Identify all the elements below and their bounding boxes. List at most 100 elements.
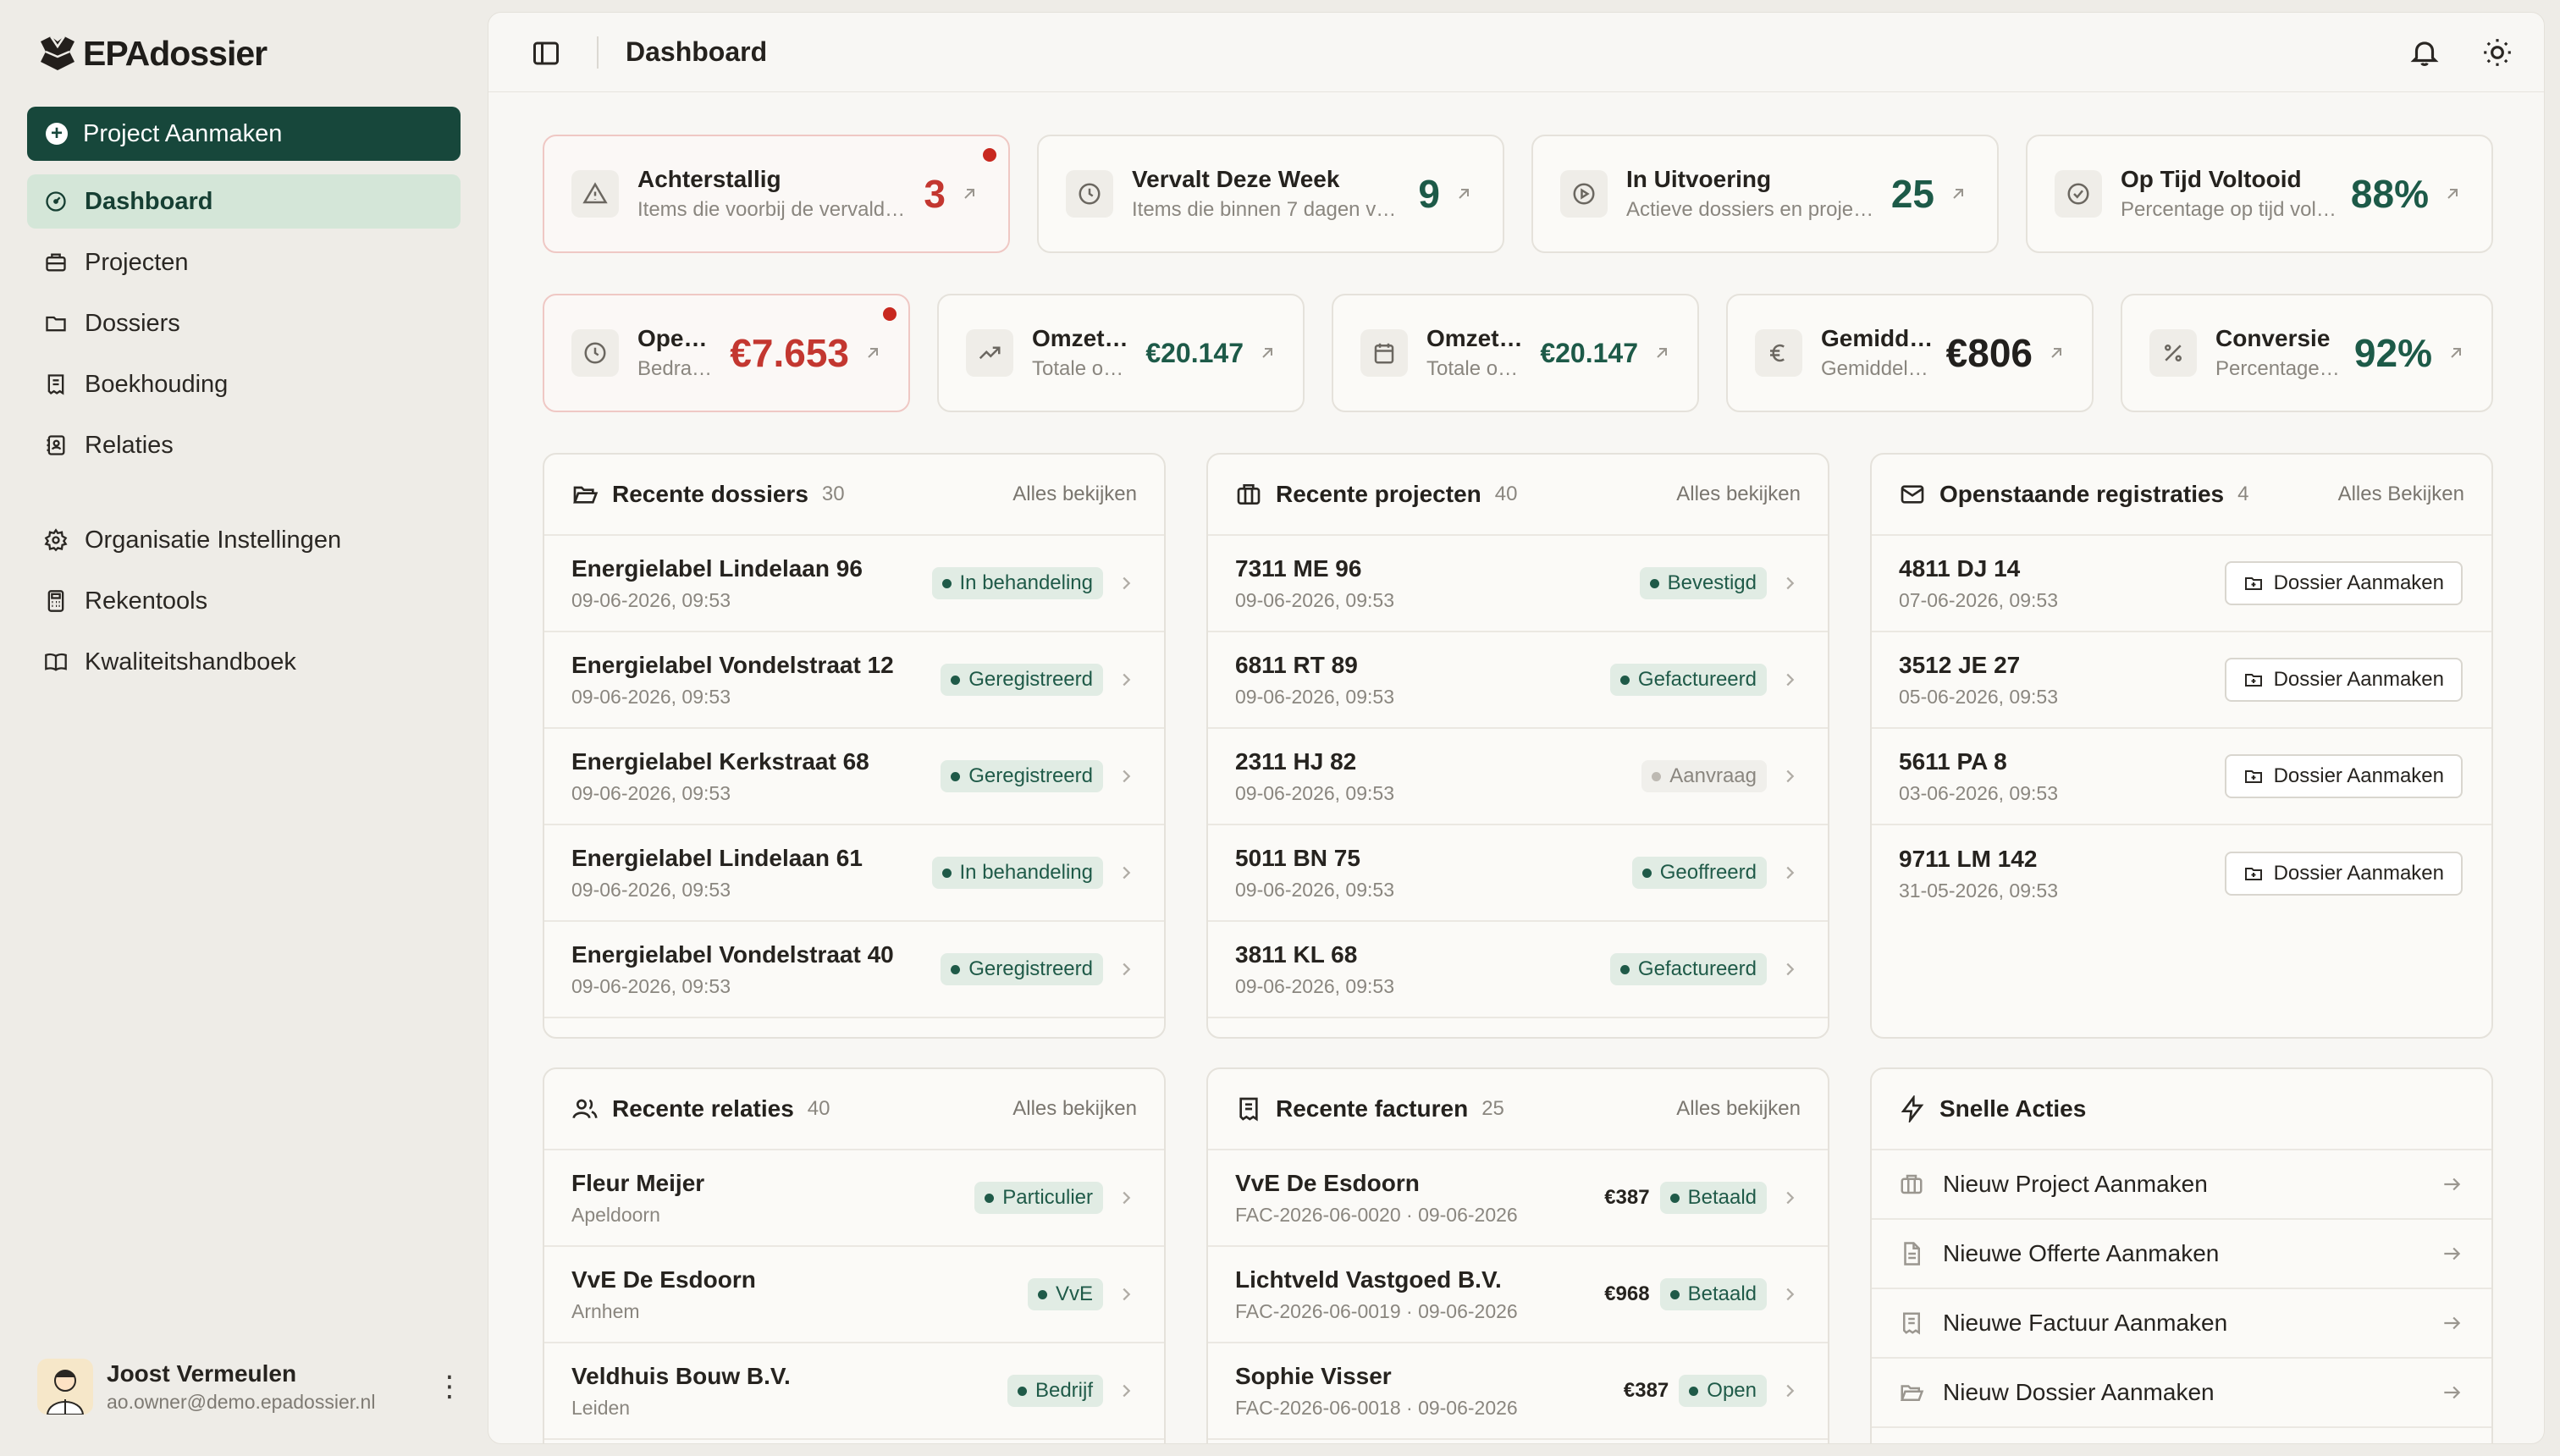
stat-card-omzet-jaar[interactable]: Omzet dit jaar Totale omzet €20.147 [1332,294,1699,412]
invoice-amount: €387 [1623,1379,1669,1402]
list-item[interactable]: Lichtveld Vastgoed B.V. FAC-2026-06-0019 … [1208,1247,1828,1343]
item-title: 3512 JE 27 [1899,651,2021,678]
item-title: Sophie Visser [1235,1362,1392,1389]
list-item[interactable]: Energielabel Kerkstraat 68 09-06-2026, 09… [544,729,1164,825]
status-badge: Gefactureerd [1609,664,1767,696]
sun-icon[interactable] [2481,36,2513,69]
list-item[interactable]: Energielabel Vondelstraat 40 09-06-2026, … [544,922,1164,1018]
bell-icon[interactable] [2408,36,2441,69]
list-item[interactable]: VvE De Esdoorn FAC-2026-06-0020 · 09-06-2… [1208,1150,1828,1247]
sidebar-toggle-icon[interactable] [531,38,561,69]
stat-card-gemiddelde[interactable]: Gemiddelde Gemiddelde factuur €806 [1726,294,2094,412]
sidebar-item-dossiers[interactable]: Dossiers [27,296,461,350]
list-item[interactable]: Fleur Meijer Apeldoorn Particulier [544,1150,1164,1247]
create-project-button[interactable]: + Project Aanmaken [27,107,461,161]
view-all-link[interactable]: Alles bekijken [1012,483,1137,506]
euro-icon [1755,329,1802,377]
chevron-right-icon [1786,769,1795,783]
chevron-right-icon [1123,1191,1131,1205]
list-item[interactable]: 6811 RT 89 09-06-2026, 09:53 Gefactureerd [1208,632,1828,729]
arrow-right-icon [2444,1247,2461,1260]
stat-card-openstaand[interactable]: Openstaand Bedrag openstaand €7.653 [543,294,910,412]
panel-title: Recente facturen [1276,1095,1469,1122]
view-all-link[interactable]: Alles bekijken [1676,483,1801,506]
panel-title: Recente dossiers [612,481,808,507]
panel-title: Openstaande registraties [1939,481,2225,507]
quick-action-new-dossier[interactable]: Nieuw Dossier Aanmaken [1872,1359,2491,1428]
stat-subtitle: Percentage op tijd voltooid [2121,198,2339,221]
app-logo[interactable]: EPAdossier [37,32,268,74]
item-title: 3811 KL 68 [1235,940,1358,968]
list-item[interactable]: Energielabel Lindelaan 61 09-06-2026, 09:… [544,825,1164,922]
calculator-icon [44,589,68,613]
sidebar-item-rekentools[interactable]: Rekentools [27,574,461,628]
item-date: 03-06-2026, 09:53 [1899,781,2058,804]
view-all-link[interactable]: Alles Bekijken [2338,483,2464,506]
arrow-up-right-icon [1262,348,1272,358]
list-item[interactable]: 7311 ME 96 09-06-2026, 09:53 Bevestigd [1208,536,1828,632]
list-item[interactable]: 5011 BN 75 09-06-2026, 09:53 Geoffreerd [1208,825,1828,922]
sidebar-item-kwaliteitshandboek[interactable]: Kwaliteitshandboek [27,635,461,689]
create-dossier-button[interactable]: Dossier Aanmaken [2224,852,2463,896]
users-icon [572,1099,598,1119]
create-dossier-button[interactable]: Dossier Aanmaken [2224,561,2463,605]
stat-title: Achterstallig [637,166,781,192]
chevron-right-icon [1786,1288,1795,1301]
quick-action-new-invoice[interactable]: Nieuwe Factuur Aanmaken [1872,1289,2491,1359]
stat-card-vervalt-deze-week[interactable]: Vervalt Deze Week Items die binnen 7 dag… [1037,135,1504,253]
stat-card-in-uitvoering[interactable]: In Uitvoering Actieve dossiers en projec… [1531,135,1999,253]
list-item[interactable]: 2311 HJ 82 09-06-2026, 09:53 Aanvraag [1208,729,1828,825]
stat-subtitle: Actieve dossiers en projecten [1626,198,1879,221]
panel-count: 30 [821,483,845,505]
item-date: 09-06-2026, 09:53 [571,685,731,708]
stat-card-achterstallig[interactable]: Achterstallig Items die voorbij de verva… [543,135,1010,253]
quick-action-new-quote[interactable]: Nieuwe Offerte Aanmaken [1872,1220,2491,1289]
chevron-right-icon [1123,962,1131,976]
list-item[interactable]: VvE De Esdoorn Arnhem VvE [544,1247,1164,1343]
sidebar-item-dashboard[interactable]: Dashboard [27,174,461,229]
stat-title: Omzet dit jaar [1426,325,1528,351]
sidebar: EPAdossier + Project Aanmaken Dashboard … [0,0,481,1456]
status-badge: Geregistreerd [941,760,1103,792]
stat-title: Op Tijd Voltooid [2121,166,2302,192]
panel-recent-relations: Recente relaties 40 Alles bekijken Fleur… [543,1067,1166,1443]
quick-action-new-project[interactable]: Nieuw Project Aanmaken [1872,1150,2491,1220]
dashboard-icon [44,190,68,213]
trending-up-icon [966,329,1013,377]
item-title: Energielabel Vondelstraat 40 [571,940,894,968]
stat-subtitle: Bedrag openstaand [637,357,718,380]
list-item[interactable]: Veldhuis Bouw B.V. Leiden Bedrijf [544,1343,1164,1440]
view-all-link[interactable]: Alles bekijken [1676,1097,1801,1121]
list-item[interactable]: Energielabel Lindelaan 96 09-06-2026, 09:… [544,536,1164,632]
more-vertical-icon[interactable]: ⋮ [435,1372,464,1401]
item-date: 05-06-2026, 09:53 [1899,685,2058,708]
user-profile[interactable]: Joost Vermeulen ao.owner@demo.epadossier… [37,1354,464,1419]
status-badge: Geregistreerd [941,664,1103,696]
list-item[interactable]: Energielabel Vondelstraat 12 09-06-2026, … [544,632,1164,729]
chevron-right-icon [1786,673,1795,687]
panel-recent-projects: Recente projecten 40 Alles bekijken 7311… [1206,453,1829,1039]
invoice-number: FAC-2026-06-0019 · 09-06-2026 [1235,1299,1518,1322]
create-dossier-button[interactable]: Dossier Aanmaken [2224,754,2463,798]
divider [597,36,599,69]
sidebar-item-boekhouding[interactable]: Boekhouding [27,357,461,411]
panel-open-registrations: Openstaande registraties 4 Alles Bekijke… [1870,453,2493,1039]
stat-value: 88% [2350,172,2429,216]
arrow-right-icon [2444,1386,2461,1399]
view-all-link[interactable]: Alles bekijken [1012,1097,1137,1121]
item-date: 09-06-2026, 09:53 [571,781,731,804]
sidebar-item-relaties[interactable]: Relaties [27,418,461,472]
list-item[interactable]: Sophie Visser FAC-2026-06-0018 · 09-06-20… [1208,1343,1828,1440]
list-item[interactable]: 3811 KL 68 09-06-2026, 09:53 Gefactureerd [1208,922,1828,1018]
panel-count: 25 [1481,1097,1504,1120]
sidebar-item-projecten[interactable]: Projecten [27,235,461,290]
create-dossier-button[interactable]: Dossier Aanmaken [2224,658,2463,702]
stat-card-op-tijd-voltooid[interactable]: Op Tijd Voltooid Percentage op tijd volt… [2026,135,2493,253]
arrow-up-right-icon [2451,348,2461,358]
sidebar-item-organisatie-instellingen[interactable]: Organisatie Instellingen [27,513,461,567]
status-badge: Gefactureerd [1609,953,1767,985]
item-title: Energielabel Vondelstraat 12 [571,651,894,678]
stat-card-omzet-maand[interactable]: Omzet deze maand Totale omzet €20.147 [937,294,1305,412]
stat-card-conversie[interactable]: Conversie Percentage conversie 92% [2121,294,2493,412]
item-title: 5011 BN 75 [1235,844,1360,871]
